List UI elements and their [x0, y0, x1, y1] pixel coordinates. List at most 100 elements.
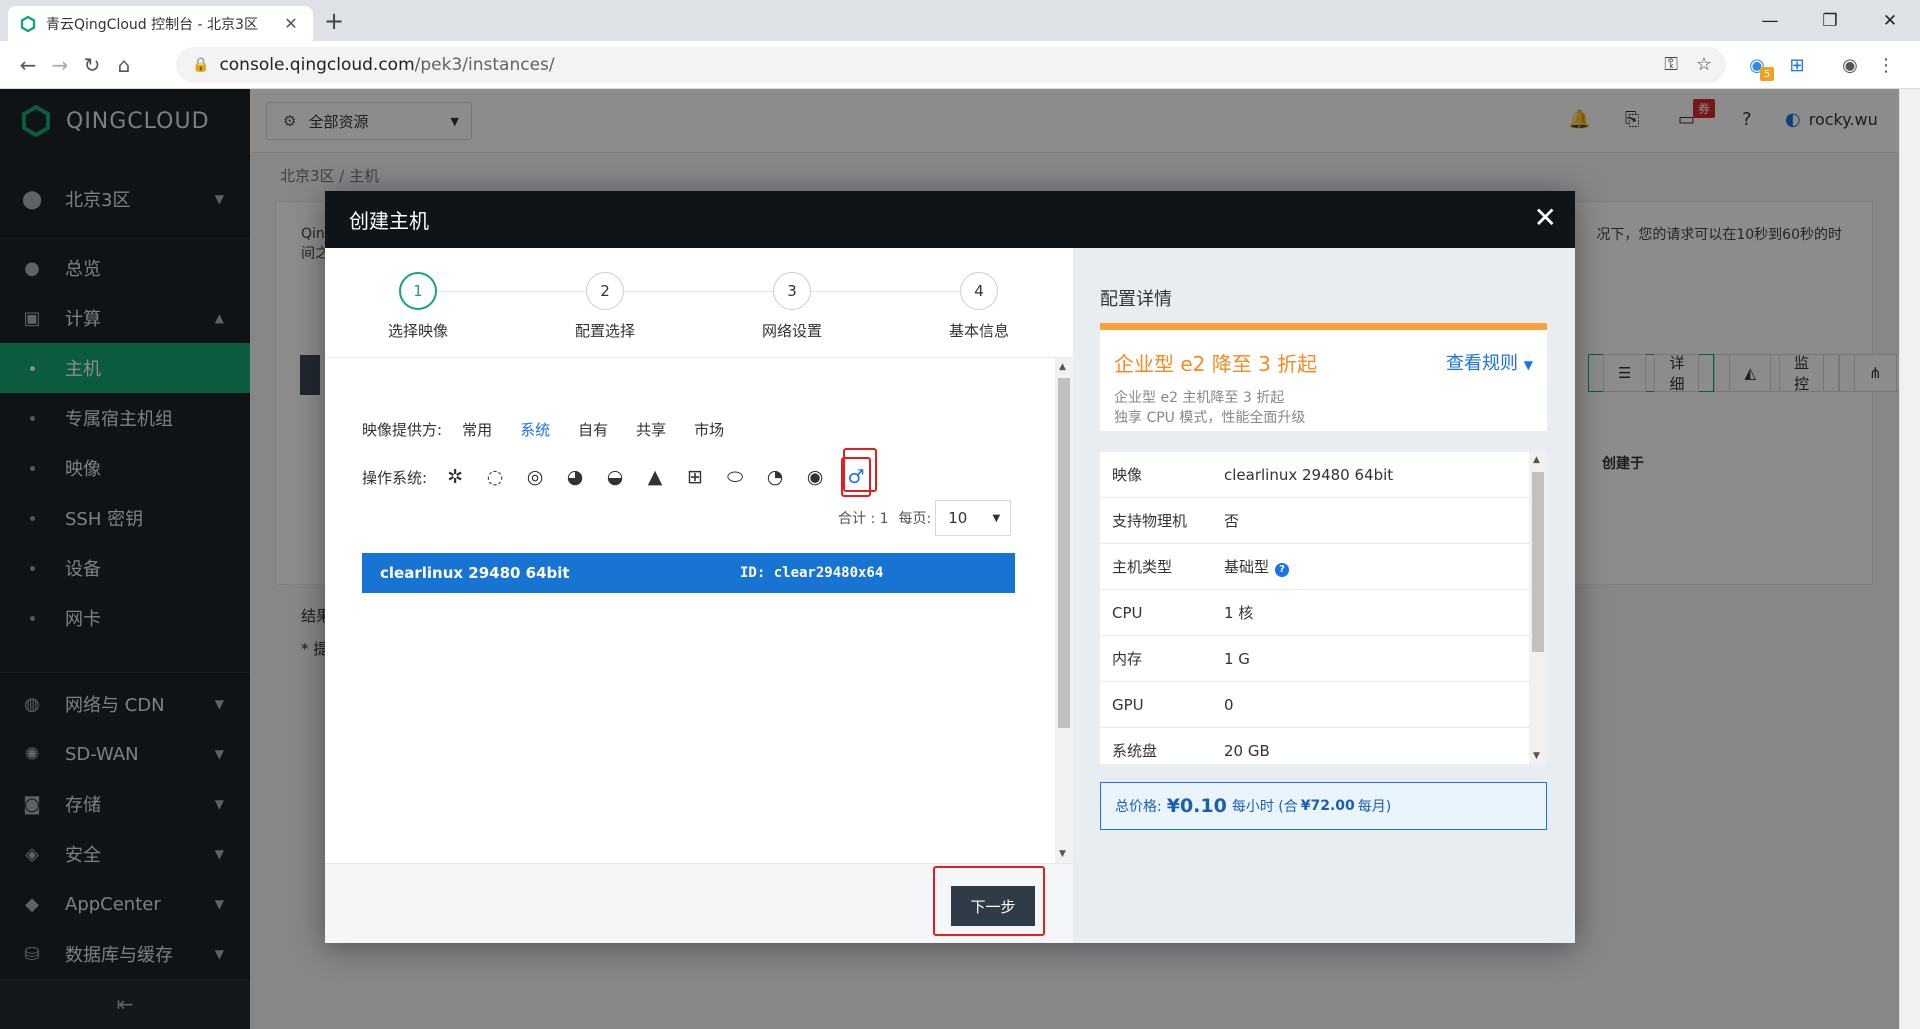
- menu-kebab-icon[interactable]: ⋮: [1874, 53, 1898, 77]
- profile-icon[interactable]: ◉: [1838, 53, 1862, 77]
- per-page-label: 每页:: [898, 511, 932, 527]
- bookmark-star-icon[interactable]: ☆: [1696, 54, 1712, 75]
- spec-value: 1 G: [1224, 649, 1250, 668]
- spec-key: GPU: [1112, 695, 1144, 714]
- scroll-thumb[interactable]: [1058, 378, 1070, 728]
- step-label: 基本信息: [948, 322, 1009, 340]
- config-title: 配置详情: [1100, 289, 1172, 310]
- step-number: 1: [399, 272, 437, 310]
- spec-key: 映像: [1112, 466, 1143, 484]
- scroll-thumb[interactable]: [1532, 472, 1544, 652]
- provider-filter: 映像提供方: 常用 系统 自有 共享 市场: [362, 419, 752, 440]
- provider-shared[interactable]: 共享: [636, 419, 666, 440]
- spec-key: 系统盘: [1112, 742, 1158, 760]
- spec-row: 内存 1 G: [1100, 636, 1529, 682]
- per-page-select[interactable]: 10 ▼: [935, 500, 1012, 536]
- spec-key: 主机类型: [1112, 558, 1173, 576]
- back-icon[interactable]: ←: [14, 51, 42, 79]
- page-scrollbar[interactable]: [1899, 89, 1920, 1029]
- key-icon[interactable]: ⚿: [1664, 54, 1678, 75]
- provider-common[interactable]: 常用: [462, 419, 492, 440]
- browser-tab[interactable]: 青云QingCloud 控制台 - 北京3区 ✕: [8, 6, 313, 41]
- scroll-down-icon[interactable]: ▼: [1059, 849, 1066, 859]
- dialog-header: 创建主机 ✕: [325, 191, 1575, 248]
- fedora-icon[interactable]: ◕: [561, 463, 589, 491]
- window-controls: — ❐ ✕: [1740, 0, 1920, 41]
- extension-badge: 5: [1760, 67, 1774, 81]
- url-host: console.qingcloud.com: [219, 55, 415, 75]
- spec-value-wrap: 基础型?: [1224, 556, 1290, 577]
- per-hour-label: 每小时 (合: [1231, 799, 1298, 815]
- scroll-up-icon[interactable]: ▲: [1533, 455, 1540, 465]
- step-network[interactable]: 3 网络设置: [732, 272, 852, 341]
- reload-icon[interactable]: ↻: [78, 51, 106, 79]
- provider-system[interactable]: 系统: [520, 419, 550, 440]
- freebsd-icon[interactable]: ◉: [801, 463, 829, 491]
- spec-scrollbar[interactable]: ▲ ▼: [1529, 452, 1547, 764]
- spec-row: 支持物理机 否: [1100, 498, 1529, 544]
- oracle-icon[interactable]: ⬭: [721, 463, 749, 491]
- forward-icon[interactable]: →: [46, 51, 74, 79]
- arch-icon[interactable]: ▲: [641, 463, 669, 491]
- config-details-panel: 配置详情 企业型 e2 降至 3 折起 查看规则 ▼ 企业型 e2 主机降至 3…: [1073, 248, 1575, 943]
- centos-icon[interactable]: ✲: [441, 463, 469, 491]
- step-config[interactable]: 2 配置选择: [545, 272, 665, 341]
- close-icon[interactable]: ✕: [1534, 204, 1557, 232]
- os-filter: 操作系统: ✲ ◌ ◎ ◕ ◒ ▲ ⊞ ⬭ ◔ ◉ ♂: [362, 457, 883, 497]
- browser-tabstrip: 青云QingCloud 控制台 - 北京3区 ✕ + — ❐ ✕: [0, 0, 1920, 41]
- image-name: clearlinux 29480 64bit: [380, 564, 570, 582]
- step-basic-info[interactable]: 4 基本信息: [919, 272, 1039, 341]
- step-number: 2: [586, 272, 624, 310]
- question-help-icon[interactable]: ?: [1275, 563, 1290, 577]
- debian-icon[interactable]: ◌: [481, 463, 509, 491]
- scroll-up-icon[interactable]: ▲: [1059, 362, 1066, 372]
- windows-extension-icon[interactable]: ⊞: [1785, 53, 1809, 77]
- image-list-item[interactable]: clearlinux 29480 64bit ID: clear29480x64: [362, 553, 1015, 593]
- image-list-scrollbar[interactable]: ▲ ▼: [1055, 358, 1073, 863]
- deepin-icon[interactable]: ◔: [761, 463, 789, 491]
- provider-own[interactable]: 自有: [578, 419, 608, 440]
- config-spec-table: 映像 clearlinux 29480 64bit 支持物理机 否 主机类型 基础型?…: [1100, 452, 1547, 764]
- promo-card: 企业型 e2 降至 3 折起 查看规则 ▼ 企业型 e2 主机降至 3 折起 独…: [1100, 323, 1547, 431]
- spec-key: 内存: [1112, 650, 1143, 668]
- os-label: 操作系统:: [362, 468, 428, 487]
- spec-row: 主机类型 基础型?: [1100, 544, 1529, 590]
- total-label: 总价格:: [1115, 799, 1162, 815]
- address-bar[interactable]: 🔒 console.qingcloud.com/pek3/instances/ …: [176, 47, 1726, 83]
- tab-close-icon[interactable]: ✕: [281, 14, 301, 33]
- close-window-icon[interactable]: ✕: [1860, 0, 1920, 41]
- scroll-down-icon[interactable]: ▼: [1533, 751, 1540, 761]
- new-tab-icon[interactable]: +: [324, 9, 344, 33]
- maximize-icon[interactable]: ❐: [1800, 0, 1860, 41]
- step-connector: [418, 291, 980, 292]
- home-icon[interactable]: ⌂: [110, 51, 138, 79]
- promo-line-1: 企业型 e2 主机降至 3 折起: [1114, 390, 1285, 406]
- provider-market[interactable]: 市场: [694, 419, 724, 440]
- promo-line-2: 独享 CPU 模式，性能全面升级: [1114, 410, 1306, 426]
- pagination: 合计 : 1 每页: 10 ▼: [838, 500, 1012, 536]
- spec-value: 1 核: [1224, 604, 1254, 622]
- wizard-steps: 1 选择映像 2 配置选择 3 网络设置 4 基本信息: [325, 248, 1073, 358]
- total-price: 总价格: ¥0.10 每小时 (合 ¥72.00 每月): [1100, 782, 1547, 830]
- step-select-image[interactable]: 1 选择映像: [358, 272, 478, 341]
- step-label: 选择映像: [387, 322, 448, 340]
- windows-icon[interactable]: ⊞: [681, 463, 709, 491]
- lock-icon: 🔒: [192, 57, 210, 73]
- monthly-price: ¥72.00: [1300, 798, 1355, 814]
- highlight-next-button: [933, 866, 1045, 936]
- spec-key: CPU: [1112, 603, 1143, 622]
- view-rules-link[interactable]: 查看规则 ▼: [1446, 349, 1533, 375]
- caret-down-icon: ▼: [992, 512, 1001, 524]
- ubuntu-icon[interactable]: ◎: [521, 463, 549, 491]
- wizard-panel: 1 选择映像 2 配置选择 3 网络设置 4 基本信息 映像提供方: 常用 系统…: [325, 248, 1073, 943]
- spec-row: CPU 1 核: [1100, 590, 1529, 636]
- step-label: 网络设置: [761, 322, 822, 340]
- spec-row: GPU 0: [1100, 682, 1529, 728]
- caret-down-icon: ▼: [1523, 358, 1533, 372]
- provider-label: 映像提供方:: [362, 421, 443, 439]
- per-page-value: 10: [948, 509, 968, 527]
- minimize-icon[interactable]: —: [1740, 0, 1800, 41]
- opensuse-icon[interactable]: ◒: [601, 463, 629, 491]
- dialog-title: 创建主机: [349, 209, 429, 233]
- browser-toolbar: ← → ↻ ⌂ 🔒 console.qingcloud.com/pek3/ins…: [0, 41, 1920, 89]
